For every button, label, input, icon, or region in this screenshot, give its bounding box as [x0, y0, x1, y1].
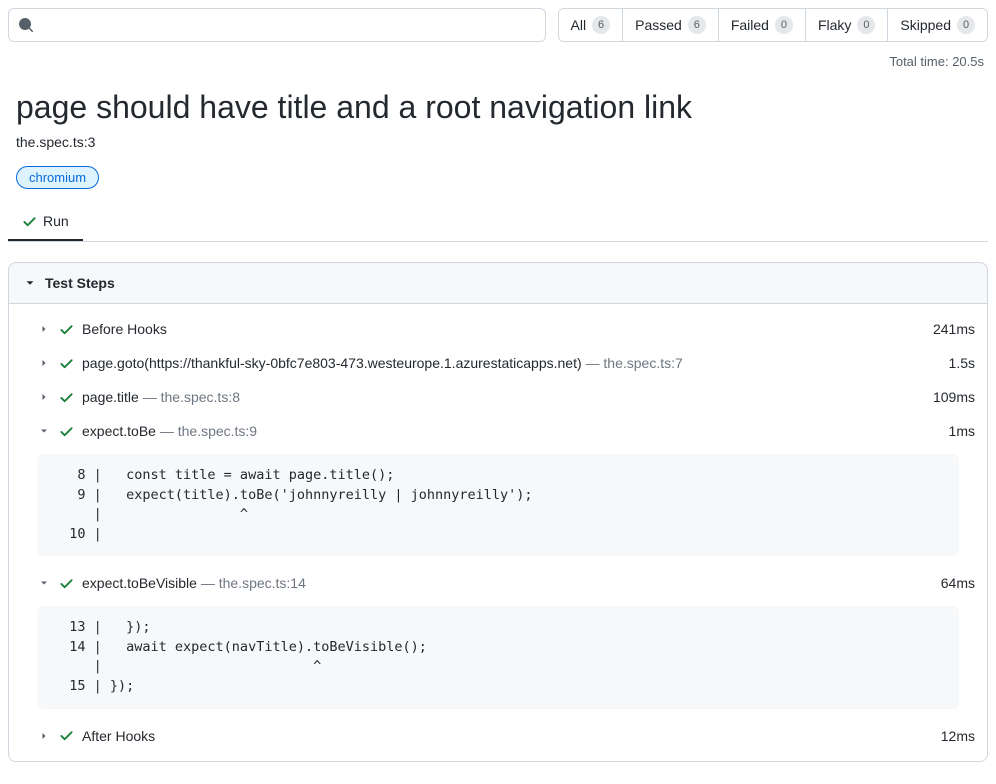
filter-failed[interactable]: Failed 0 — [719, 9, 806, 41]
step-duration: 64ms — [941, 575, 975, 591]
check-icon — [59, 728, 74, 743]
tabs: Run — [8, 203, 988, 242]
step-code-snippet: 8 | const title = await page.title(); 9 … — [37, 454, 959, 556]
filter-label: Flaky — [818, 17, 851, 33]
test-steps-panel: Test Steps Before Hooks 241ms page.goto(… — [8, 262, 988, 762]
test-steps-title: Test Steps — [45, 275, 115, 291]
filter-count: 0 — [857, 16, 875, 34]
filter-count: 6 — [688, 16, 706, 34]
filter-group: All 6 Passed 6 Failed 0 Flaky 0 Skipped … — [558, 8, 988, 42]
test-title: page should have title and a root naviga… — [16, 89, 988, 126]
step-duration: 241ms — [933, 321, 975, 337]
chevron-right-icon — [37, 357, 51, 369]
chevron-right-icon — [37, 391, 51, 403]
total-time: Total time: 20.5s — [8, 54, 984, 69]
filter-count: 0 — [775, 16, 793, 34]
check-icon — [59, 390, 74, 405]
test-steps-body: Before Hooks 241ms page.goto(https://tha… — [9, 304, 987, 761]
browser-chip[interactable]: chromium — [16, 166, 99, 189]
test-location: the.spec.ts:3 — [16, 134, 988, 150]
step-label: After Hooks — [82, 728, 925, 744]
check-icon — [22, 214, 37, 229]
chevron-down-icon — [23, 276, 37, 290]
search-input[interactable] — [8, 8, 546, 42]
tab-label: Run — [43, 213, 69, 229]
search-icon — [18, 17, 34, 33]
filter-count: 6 — [592, 16, 610, 34]
filter-count: 0 — [957, 16, 975, 34]
filter-flaky[interactable]: Flaky 0 — [806, 9, 888, 41]
filter-skipped[interactable]: Skipped 0 — [888, 9, 987, 41]
test-steps-header[interactable]: Test Steps — [9, 263, 987, 304]
filter-all[interactable]: All 6 — [559, 9, 624, 41]
step-expect-tobe[interactable]: expect.toBe — the.spec.ts:9 1ms — [9, 414, 987, 448]
step-expect-tobevisible[interactable]: expect.toBeVisible — the.spec.ts:14 64ms — [9, 566, 987, 600]
chevron-down-icon — [37, 577, 51, 589]
filter-label: Skipped — [900, 17, 951, 33]
step-duration: 1ms — [949, 423, 975, 439]
step-duration: 12ms — [941, 728, 975, 744]
filter-label: Passed — [635, 17, 682, 33]
check-icon — [59, 576, 74, 591]
step-label: page.title — the.spec.ts:8 — [82, 389, 917, 405]
chevron-down-icon — [37, 425, 51, 437]
check-icon — [59, 424, 74, 439]
step-duration: 109ms — [933, 389, 975, 405]
step-page-title[interactable]: page.title — the.spec.ts:8 109ms — [9, 380, 987, 414]
top-bar: All 6 Passed 6 Failed 0 Flaky 0 Skipped … — [8, 8, 988, 42]
filter-label: Failed — [731, 17, 769, 33]
chevron-right-icon — [37, 730, 51, 742]
chevron-right-icon — [37, 323, 51, 335]
tab-run[interactable]: Run — [8, 203, 83, 241]
filter-passed[interactable]: Passed 6 — [623, 9, 719, 41]
filter-label: All — [571, 17, 587, 33]
step-before-hooks[interactable]: Before Hooks 241ms — [9, 312, 987, 346]
step-after-hooks[interactable]: After Hooks 12ms — [9, 719, 987, 753]
step-code-snippet: 13 | }); 14 | await expect(navTitle).toB… — [37, 606, 959, 708]
step-page-goto[interactable]: page.goto(https://thankful-sky-0bfc7e803… — [9, 346, 987, 380]
step-label: expect.toBeVisible — the.spec.ts:14 — [82, 575, 925, 591]
step-label: expect.toBe — the.spec.ts:9 — [82, 423, 933, 439]
step-duration: 1.5s — [949, 355, 975, 371]
check-icon — [59, 322, 74, 337]
step-label: page.goto(https://thankful-sky-0bfc7e803… — [82, 355, 933, 371]
step-label: Before Hooks — [82, 321, 917, 337]
check-icon — [59, 356, 74, 371]
search-wrapper — [8, 8, 546, 42]
